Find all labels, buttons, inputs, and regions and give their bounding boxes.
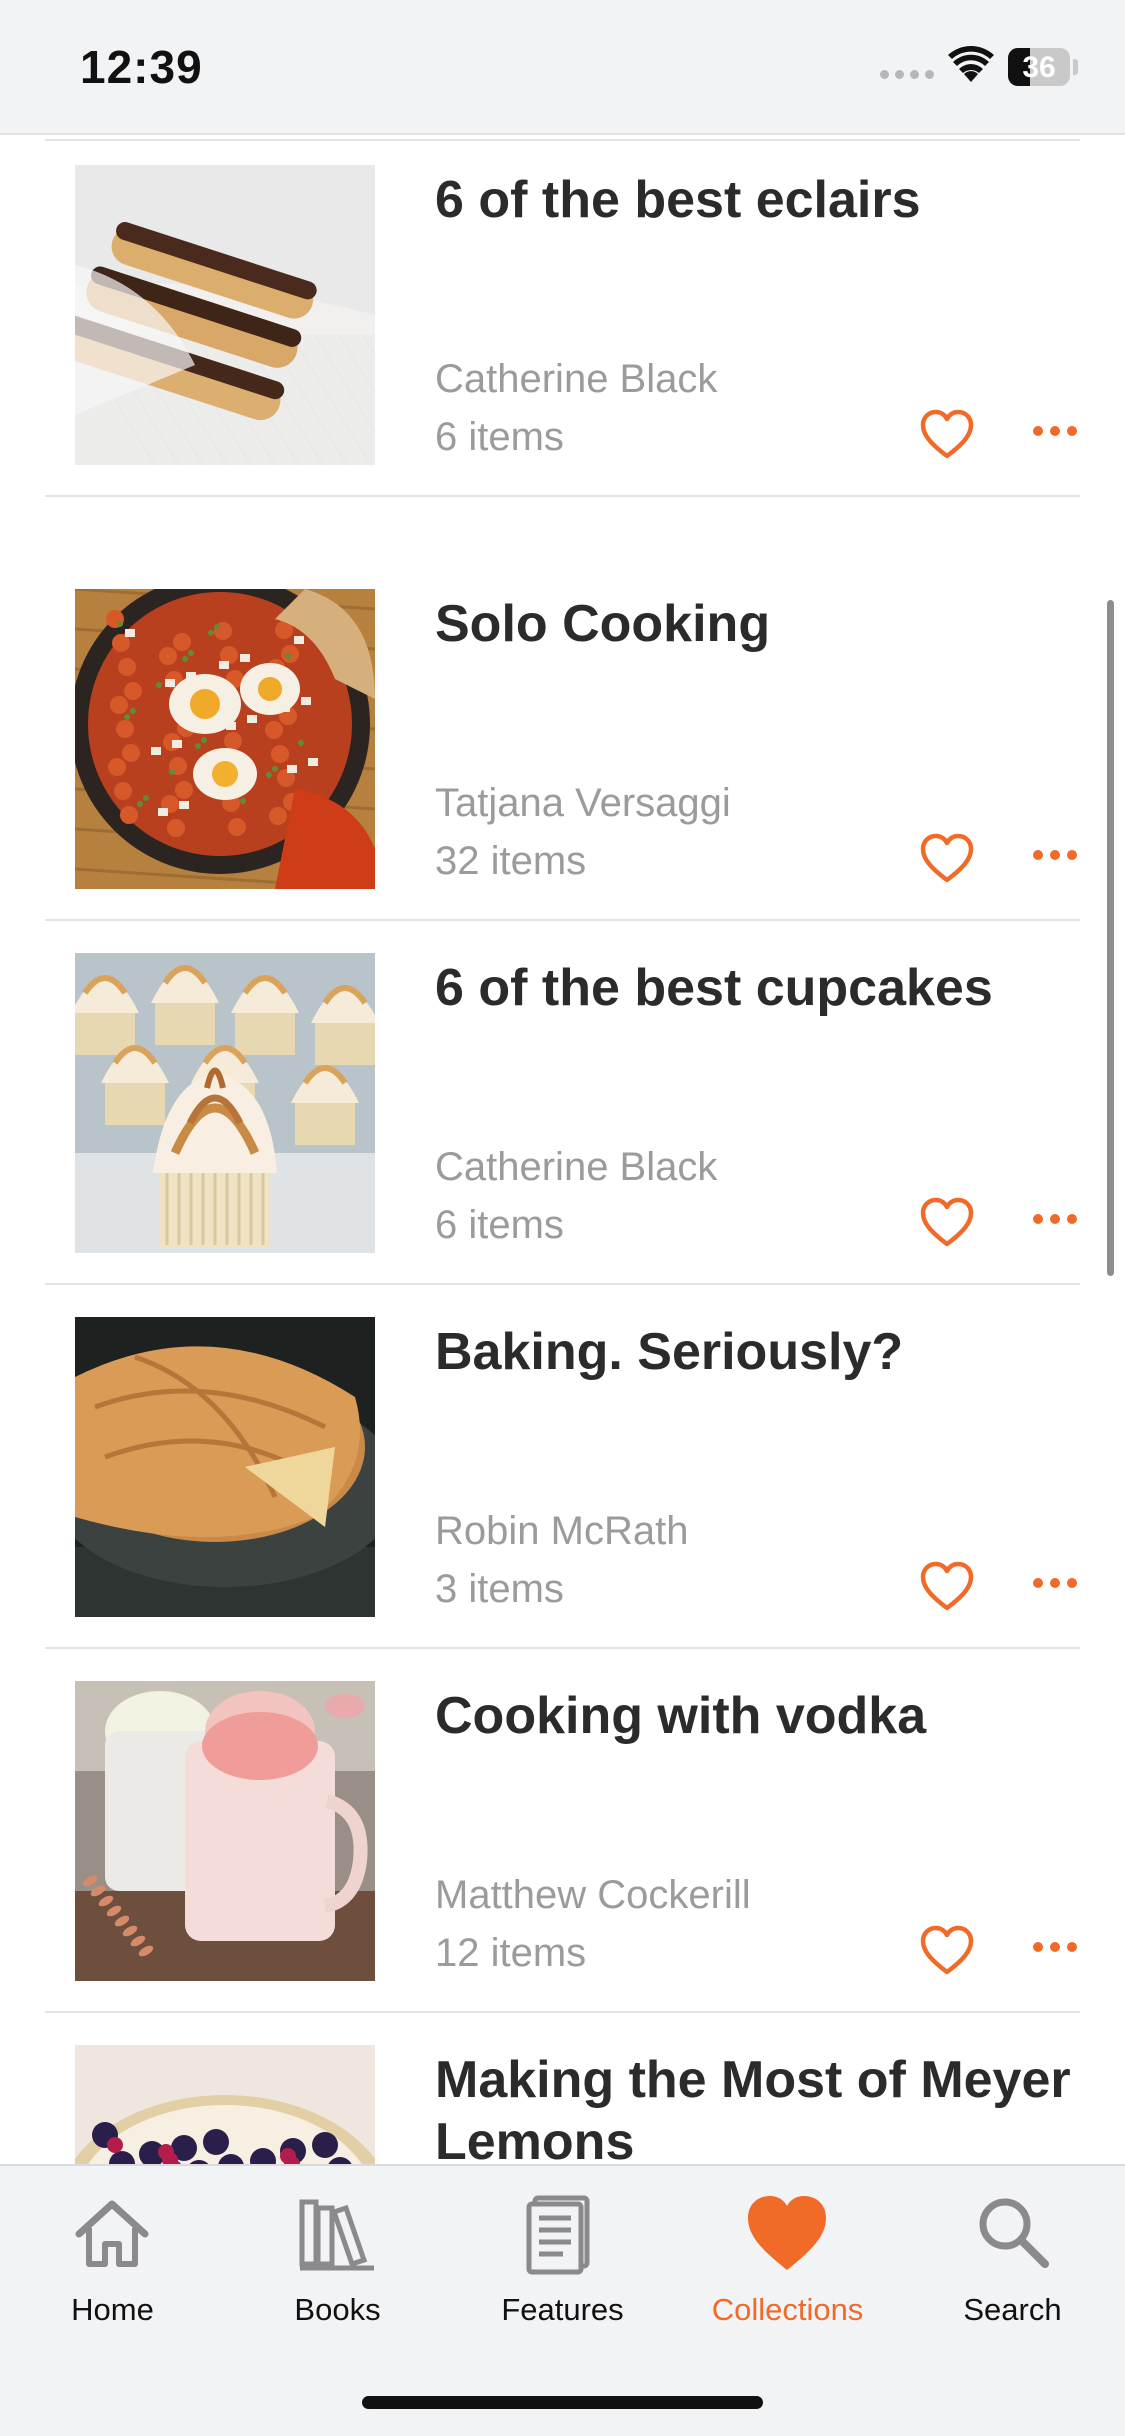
- collection-title[interactable]: Baking. Seriously?: [435, 1321, 1075, 1383]
- more-options-button[interactable]: [1033, 1573, 1077, 1593]
- heart-outline-icon: [919, 1197, 975, 1255]
- home-indicator[interactable]: [362, 2396, 763, 2409]
- home-icon: [67, 2188, 157, 2278]
- like-button[interactable]: [919, 1559, 975, 1615]
- collection-item-count: 6 items: [435, 1203, 564, 1247]
- collection-title[interactable]: Making the Most of Meyer Lemons: [435, 2049, 1075, 2164]
- tab-label: Books: [294, 2292, 381, 2327]
- search-icon: [967, 2188, 1057, 2278]
- tab-features[interactable]: Features: [450, 2188, 675, 2328]
- status-time: 12:39: [80, 41, 203, 93]
- collection-author: Catherine Black: [435, 357, 718, 401]
- tab-label: Home: [71, 2292, 154, 2327]
- collection-thumbnail[interactable]: [75, 1317, 375, 1617]
- battery-icon: 36: [1008, 48, 1070, 86]
- collection-title[interactable]: Cooking with vodka: [435, 1685, 1075, 1747]
- status-bar: 12:39 36: [0, 0, 1125, 135]
- heart-outline-icon: [919, 1925, 975, 1983]
- battery-percent: 36: [1022, 51, 1056, 84]
- collection-thumbnail[interactable]: [75, 1681, 375, 1981]
- collection-card[interactable]: 6 of the best eclairs Catherine Black 6 …: [45, 137, 1080, 497]
- features-icon: [517, 2188, 607, 2278]
- collection-thumbnail[interactable]: [75, 589, 375, 889]
- collection-author: Robin McRath: [435, 1509, 689, 1553]
- collection-item-count: 32 items: [435, 839, 587, 883]
- collection-card[interactable]: Baking. Seriously? Robin McRath 3 items: [45, 1285, 1080, 1649]
- books-icon: [292, 2188, 382, 2278]
- tab-search[interactable]: Search: [900, 2188, 1125, 2328]
- tab-collections[interactable]: Collections: [675, 2188, 900, 2328]
- wifi-icon: [948, 46, 994, 82]
- heart-icon: [742, 2188, 832, 2278]
- collection-title[interactable]: Solo Cooking: [435, 593, 1075, 655]
- collection-card[interactable]: Solo Cooking Tatjana Versaggi 32 items: [45, 557, 1080, 921]
- tab-label: Features: [501, 2292, 624, 2327]
- like-button[interactable]: [919, 407, 975, 463]
- collection-thumbnail[interactable]: [75, 165, 375, 465]
- like-button[interactable]: [919, 1195, 975, 1251]
- collection-title[interactable]: 6 of the best eclairs: [435, 169, 1075, 231]
- more-options-button[interactable]: [1033, 845, 1077, 865]
- collection-thumbnail[interactable]: [75, 953, 375, 1253]
- tab-books[interactable]: Books: [225, 2188, 450, 2328]
- tab-home[interactable]: Home: [0, 2188, 225, 2328]
- more-options-button[interactable]: [1033, 1937, 1077, 1957]
- scrollbar[interactable]: [1107, 600, 1114, 1276]
- collection-item-count: 3 items: [435, 1567, 564, 1611]
- collection-author: Catherine Black: [435, 1145, 718, 1189]
- collection-thumbnail[interactable]: [75, 2045, 375, 2164]
- collection-item-count: 12 items: [435, 1931, 587, 1975]
- more-options-button[interactable]: [1033, 1209, 1077, 1229]
- like-button[interactable]: [919, 1923, 975, 1979]
- tab-label: Collections: [711, 2292, 864, 2327]
- collection-card[interactable]: Making the Most of Meyer Lemons: [45, 2013, 1080, 2164]
- heart-outline-icon: [919, 1561, 975, 1619]
- heart-outline-icon: [919, 833, 975, 891]
- like-button[interactable]: [919, 831, 975, 887]
- collection-item-count: 6 items: [435, 415, 564, 459]
- collection-card[interactable]: 6 of the best cupcakes Catherine Black 6…: [45, 921, 1080, 1285]
- collection-author: Tatjana Versaggi: [435, 781, 731, 825]
- tab-label: Search: [963, 2292, 1062, 2327]
- battery-tip: [1073, 59, 1078, 75]
- collections-list[interactable]: 6 of the best eclairs Catherine Black 6 …: [0, 137, 1125, 2164]
- cellular-signal-icon: [880, 70, 934, 79]
- collection-card[interactable]: Cooking with vodka Matthew Cockerill 12 …: [45, 1649, 1080, 2013]
- collection-author: Matthew Cockerill: [435, 1873, 751, 1917]
- collection-title[interactable]: 6 of the best cupcakes: [435, 957, 1075, 1019]
- heart-outline-icon: [919, 409, 975, 467]
- more-options-button[interactable]: [1033, 421, 1077, 441]
